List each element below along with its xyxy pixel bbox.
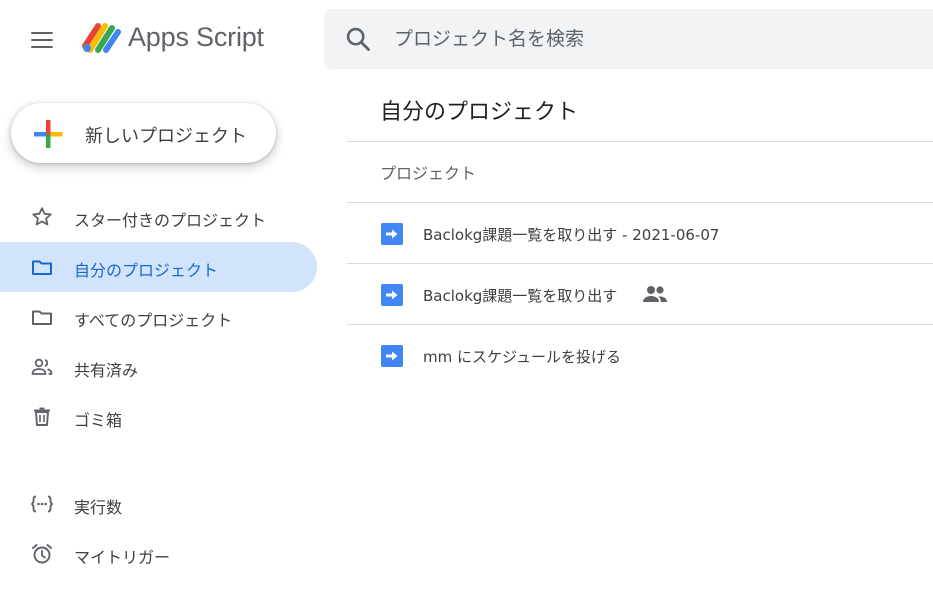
sidebar-item-label: マイトリガー [74,548,171,567]
search-input[interactable] [394,19,914,59]
project-name: Baclokg課題一覧を取り出す [423,287,618,305]
sidebar-item-label: ゴミ箱 [74,411,123,430]
shared-people-icon [643,286,667,302]
project-name: Baclokg課題一覧を取り出す - 2021-06-07 [423,226,720,244]
sidebar-item-label: スター付きのプロジェクト [74,211,267,230]
apps-script-dashboard: Apps Script 新しいプロジェクト スター付きのプロジェクト 自分のプロ… [0,0,933,605]
main-menu-button[interactable] [28,26,56,54]
sidebar-item-starred[interactable]: スター付きのプロジェクト [0,192,317,242]
page-title: 自分のプロジェクト [380,100,579,125]
sidebar-item-all-projects[interactable]: すべてのプロジェクト [0,292,317,342]
search-icon[interactable] [344,25,372,53]
sidebar-item-trash[interactable]: ゴミ箱 [0,392,317,442]
sidebar-item-label: 実行数 [74,498,123,517]
star-icon [32,207,52,226]
divider [347,141,933,142]
sidebar-item-shared[interactable]: 共有済み [0,342,317,392]
project-name: mm にスケジュールを投げる [423,348,621,366]
apps-script-project-icon [381,345,403,367]
sidebar-item-executions[interactable]: 実行数 [0,479,317,529]
folder-icon [32,260,52,275]
app-title: Apps Script [128,22,264,52]
trash-icon [34,407,50,426]
project-row[interactable]: mm にスケジュールを投げる [347,325,933,385]
sidebar-item-my-projects[interactable]: 自分のプロジェクト [0,242,317,292]
sidebar-item-triggers[interactable]: マイトリガー [0,529,317,579]
folder-icon [32,310,52,325]
column-header-project[interactable]: プロジェクト [380,160,476,184]
sidebar-item-label: すべてのプロジェクト [74,311,233,330]
new-project-label: 新しいプロジェクト [85,126,247,147]
sidebar-item-label: 自分のプロジェクト [74,261,219,280]
people-icon [31,358,53,375]
project-row[interactable]: Baclokg課題一覧を取り出す - 2021-06-07 [347,203,933,263]
project-row[interactable]: Baclokg課題一覧を取り出す [347,264,933,324]
search-bar [324,9,933,69]
apps-script-logo [82,23,121,53]
plus-icon [34,120,63,148]
executions-icon [31,495,53,513]
sidebar-item-label: 共有済み [74,361,139,380]
alarm-icon [32,544,52,564]
apps-script-project-icon [381,223,403,245]
apps-script-project-icon [381,284,403,306]
new-project-button[interactable]: 新しいプロジェクト [11,103,276,163]
